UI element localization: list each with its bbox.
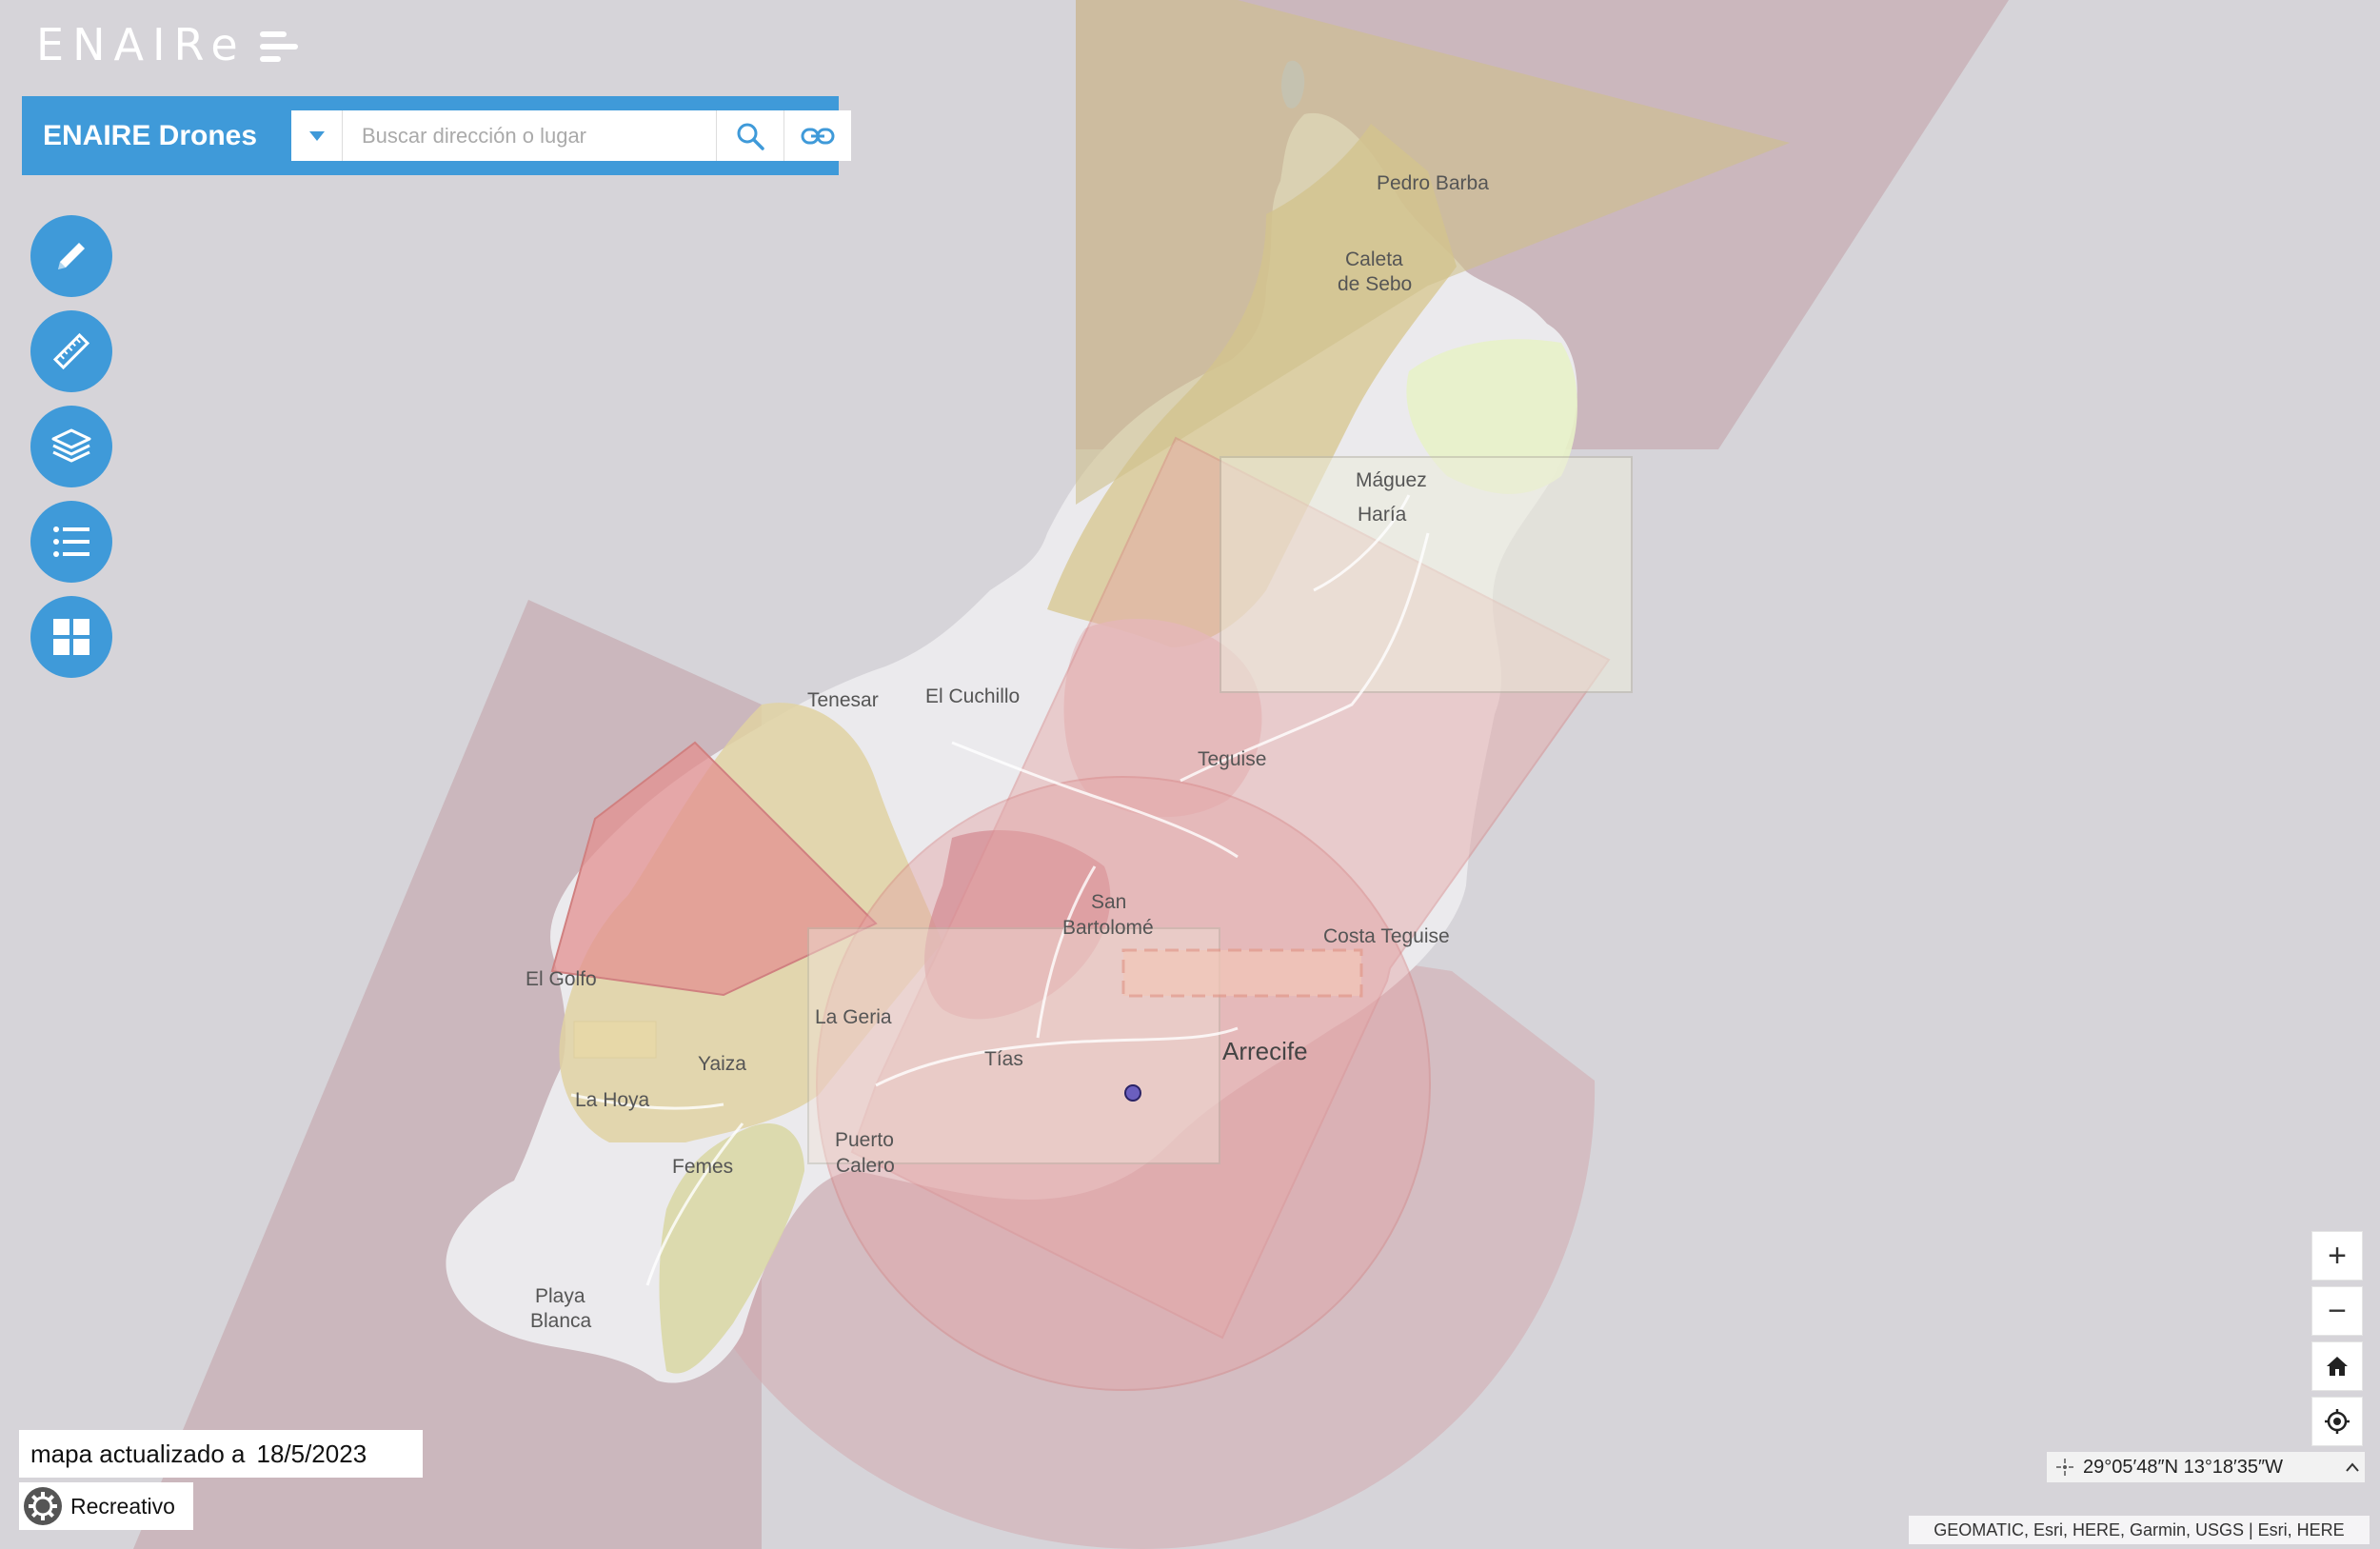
- place-label: Haría: [1358, 504, 1407, 526]
- place-label: Bartolomé: [1062, 917, 1154, 939]
- ruler-icon: [52, 332, 90, 370]
- home-icon: [2327, 1357, 2348, 1376]
- locate-icon: [2325, 1409, 2350, 1434]
- share-link-button[interactable]: [783, 110, 851, 161]
- tool-column: [30, 215, 112, 678]
- place-label: Calero: [836, 1155, 895, 1177]
- layers-tool-button[interactable]: [30, 406, 112, 487]
- zone-small-yellow: [573, 1021, 657, 1059]
- updated-date: 18/5/2023: [256, 1439, 367, 1468]
- map-updated-box: mapa actualizado a 18/5/2023: [19, 1430, 423, 1478]
- gear-icon: [24, 1487, 62, 1525]
- place-label: Tías: [984, 1048, 1023, 1070]
- locate-button[interactable]: [2311, 1397, 2363, 1446]
- enaire-logo: ENAIRe: [36, 19, 298, 70]
- chevron-up-icon: [2346, 1462, 2359, 1472]
- place-label: Arrecife: [1222, 1037, 1308, 1065]
- coordinate-expand-button[interactable]: [2340, 1462, 2365, 1472]
- location-marker[interactable]: [1124, 1084, 1141, 1102]
- home-button[interactable]: [2311, 1341, 2363, 1391]
- place-label: Femes: [672, 1156, 733, 1178]
- pencil-icon: [58, 243, 85, 269]
- link-icon: [801, 128, 835, 144]
- plus-icon: +: [2328, 1237, 2347, 1274]
- zoom-in-button[interactable]: +: [2311, 1231, 2363, 1281]
- grid-icon: [53, 619, 89, 655]
- search-widget: ENAIRE Drones: [22, 96, 851, 175]
- search-input[interactable]: [343, 110, 716, 161]
- updated-label: mapa actualizado a: [30, 1439, 246, 1468]
- basemap-tool-button[interactable]: [30, 596, 112, 678]
- place-label: Tenesar: [807, 689, 879, 711]
- search-icon: [737, 123, 764, 150]
- minus-icon: −: [2328, 1292, 2347, 1329]
- logo-text: ENAIRe: [36, 19, 247, 70]
- search-box: [291, 110, 851, 161]
- place-label: Pedro Barba: [1377, 172, 1489, 194]
- mode-selector[interactable]: Recreativo: [19, 1482, 193, 1530]
- place-label: La Hoya: [575, 1089, 650, 1111]
- crosshair-icon: [2056, 1459, 2073, 1476]
- map-attribution: GEOMATIC, Esri, HERE, Garmin, USGS | Esr…: [1909, 1516, 2370, 1544]
- coordinate-text: 29°05′48″N 13°18′35″W: [2083, 1456, 2284, 1478]
- measure-tool-button[interactable]: [30, 310, 112, 392]
- list-icon: [53, 526, 89, 557]
- place-label: El Golfo: [526, 968, 597, 990]
- search-source-dropdown[interactable]: [291, 110, 343, 161]
- place-label: El Cuchillo: [925, 685, 1020, 707]
- coordinate-readout: 29°05′48″N 13°18′35″W: [2047, 1452, 2365, 1482]
- logo-bars-icon: [259, 31, 298, 62]
- layers-icon: [51, 428, 91, 463]
- map-canvas[interactable]: Pedro Barba Caleta de Sebo Máguez Haría …: [0, 0, 2380, 1549]
- place-label: Blanca: [530, 1310, 592, 1332]
- place-label: Playa: [535, 1285, 585, 1307]
- place-label: Teguise: [1198, 748, 1266, 770]
- caret-down-icon: [308, 130, 325, 141]
- zoom-controls: + −: [2311, 1231, 2363, 1446]
- place-label: Puerto: [835, 1129, 894, 1151]
- mode-label: Recreativo: [70, 1493, 175, 1519]
- zone-box-north: [1220, 456, 1633, 693]
- legend-tool-button[interactable]: [30, 501, 112, 583]
- place-label: Máguez: [1356, 469, 1427, 491]
- place-label: de Sebo: [1338, 273, 1412, 295]
- place-label: Caleta: [1345, 248, 1403, 270]
- place-label: San: [1091, 891, 1126, 913]
- search-button[interactable]: [716, 110, 783, 161]
- place-label: Costa Teguise: [1323, 925, 1450, 947]
- app-title: ENAIRE Drones: [43, 119, 258, 151]
- place-label: Yaiza: [698, 1053, 746, 1075]
- zone-dashed-strip: [1121, 948, 1363, 998]
- attribution-text: GEOMATIC, Esri, HERE, Garmin, USGS | Esr…: [1934, 1519, 2345, 1539]
- place-label: La Geria: [815, 1006, 892, 1028]
- zoom-out-button[interactable]: −: [2311, 1286, 2363, 1336]
- draw-tool-button[interactable]: [30, 215, 112, 297]
